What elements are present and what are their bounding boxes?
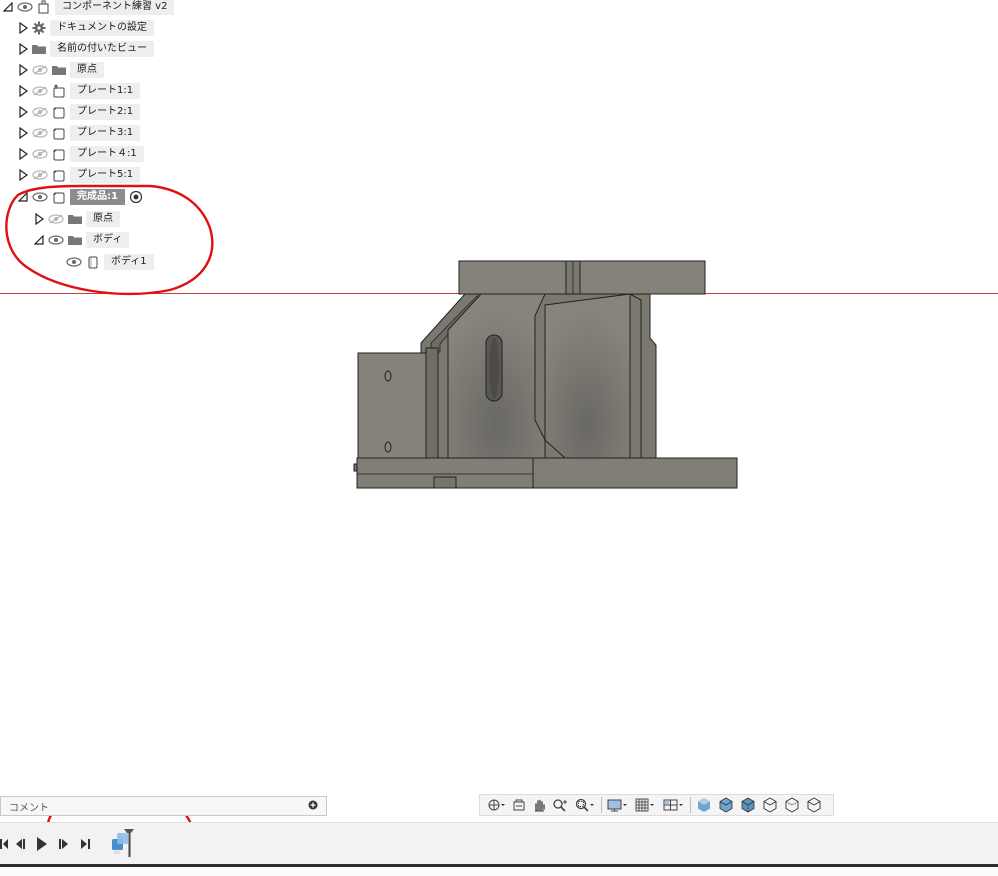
canvas-viewport[interactable] [0, 0, 998, 790]
body-icon [84, 253, 102, 271]
browser-item-label: ドキュメントの設定 [50, 20, 154, 36]
component-feature-icon[interactable] [110, 827, 138, 859]
expand-triangle-icon[interactable] [16, 166, 30, 184]
comment-placeholder: コメント [9, 802, 49, 814]
display-settings-icon[interactable] [604, 795, 632, 815]
component-link-icon [50, 82, 68, 100]
eye-hidden-icon[interactable] [30, 82, 50, 100]
component-icon [50, 124, 68, 142]
component-icon [50, 145, 68, 163]
folder-icon [66, 210, 84, 228]
visible-edges-icon[interactable] [803, 795, 825, 815]
eye-hidden-icon[interactable] [46, 210, 66, 228]
component-icon [50, 103, 68, 121]
play-icon[interactable] [36, 837, 48, 851]
go-to-start-icon[interactable] [0, 837, 8, 851]
collapse-triangle-icon[interactable] [16, 188, 30, 206]
look-at-icon[interactable] [509, 795, 529, 815]
fit-icon[interactable] [571, 795, 599, 815]
pan-icon[interactable] [529, 795, 549, 815]
browser-item-label: ボディ1 [104, 254, 154, 270]
browser-item-plate4[interactable]: プレート４:1 [16, 145, 144, 163]
comment-bar[interactable]: コメント [0, 796, 327, 816]
eye-icon[interactable] [46, 231, 66, 249]
browser-root[interactable]: コンポーネント練習 v2 [1, 0, 175, 16]
gear-icon [30, 19, 48, 37]
zoom-icon[interactable] [549, 795, 571, 815]
shaded-icon[interactable] [693, 795, 715, 815]
bottom-strip [0, 867, 998, 876]
step-back-icon[interactable] [14, 837, 26, 851]
eye-icon[interactable] [30, 188, 50, 206]
expand-triangle-icon[interactable] [16, 19, 30, 37]
wireframe-hidden-icon[interactable] [781, 795, 803, 815]
browser-item-label: プレート1:1 [70, 83, 141, 99]
component-icon [50, 188, 68, 206]
browser-item-label: プレート４:1 [70, 146, 144, 162]
browser-item-body1[interactable]: ボディ1 [64, 253, 154, 271]
eye-hidden-icon[interactable] [30, 103, 50, 121]
collapse-triangle-icon[interactable] [32, 231, 46, 249]
browser-item-named-views[interactable]: 名前の付いたビュー [16, 40, 154, 58]
browser-item-label: プレート3:1 [70, 125, 141, 141]
model-view[interactable] [0, 0, 998, 790]
expand-triangle-icon[interactable] [16, 145, 30, 163]
browser-item-sub-origin[interactable]: 原点 [32, 210, 120, 228]
orbit-icon[interactable] [483, 795, 509, 815]
collapse-triangle-icon[interactable] [1, 0, 15, 16]
add-comment-icon[interactable] [308, 800, 318, 813]
eye-hidden-icon[interactable] [30, 61, 50, 79]
folder-icon [50, 61, 68, 79]
expand-triangle-icon[interactable] [16, 103, 30, 121]
browser-item-label: プレート5:1 [70, 167, 141, 183]
viewports-icon[interactable] [660, 795, 688, 815]
eye-hidden-icon[interactable] [30, 124, 50, 142]
step-forward-icon[interactable] [58, 837, 70, 851]
browser-item-label: 原点 [70, 62, 104, 78]
base-plate [356, 457, 738, 489]
eye-hidden-icon[interactable] [30, 145, 50, 163]
browser-item-label: プレート2:1 [70, 104, 141, 120]
component-icon [50, 166, 68, 184]
browser-item-plate2[interactable]: プレート2:1 [16, 103, 141, 121]
top-plate [458, 260, 706, 295]
browser-item-plate1[interactable]: プレート1:1 [16, 82, 141, 100]
browser-item-plate5[interactable]: プレート5:1 [16, 166, 141, 184]
browser-item-label: ボディ [86, 232, 130, 248]
browser-root-label: コンポーネント練習 v2 [55, 0, 175, 15]
folder-icon [30, 40, 48, 58]
folder-icon [66, 231, 84, 249]
browser-item-plate3[interactable]: プレート3:1 [16, 124, 141, 142]
activate-radio-icon[interactable] [128, 188, 144, 206]
document-component-icon [35, 0, 53, 16]
toolbar-separator [601, 797, 602, 813]
expand-triangle-icon[interactable] [16, 124, 30, 142]
browser-item-assembly[interactable]: 完成品:1 [16, 188, 144, 206]
browser-item-label: 名前の付いたビュー [50, 41, 154, 57]
browser-item-label: 原点 [86, 211, 120, 227]
grid-icon[interactable] [632, 795, 660, 815]
expand-triangle-icon[interactable] [16, 61, 30, 79]
timeline-marker-icon [124, 829, 134, 833]
toolbar-separator [690, 797, 691, 813]
side-plate [353, 347, 439, 472]
eye-icon[interactable] [15, 0, 35, 16]
wireframe-icon[interactable] [759, 795, 781, 815]
eye-icon[interactable] [64, 253, 84, 271]
eye-hidden-icon[interactable] [30, 166, 50, 184]
timeline-bar [0, 822, 998, 865]
bracket-body [420, 293, 657, 459]
navigation-bar [479, 794, 834, 816]
expand-triangle-icon[interactable] [16, 82, 30, 100]
browser-item-origin[interactable]: 原点 [16, 61, 104, 79]
expand-triangle-icon[interactable] [16, 40, 30, 58]
shaded-hidden-edges-icon[interactable] [737, 795, 759, 815]
go-to-end-icon[interactable] [80, 837, 92, 851]
browser-item-bodies[interactable]: ボディ [32, 231, 130, 249]
expand-triangle-icon[interactable] [32, 210, 46, 228]
shaded-edges-icon[interactable] [715, 795, 737, 815]
browser-item-label: 完成品:1 [70, 189, 125, 205]
browser-item-document-settings[interactable]: ドキュメントの設定 [16, 19, 154, 37]
